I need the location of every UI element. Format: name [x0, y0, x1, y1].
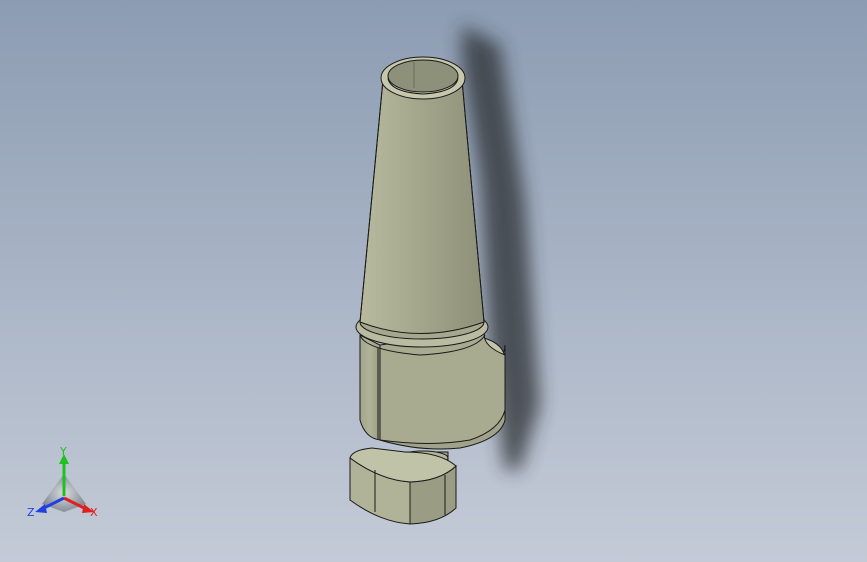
top-rim[interactable]: [380, 56, 466, 100]
z-axis-label: Z: [27, 506, 35, 519]
axis-triad: Y X Z: [27, 446, 98, 519]
y-axis-label: Y: [59, 446, 67, 458]
3d-viewport[interactable]: Y X Z: [0, 0, 867, 562]
model-canvas[interactable]: [0, 0, 867, 562]
z-arrow-icon: [35, 504, 47, 513]
bottom-outlet[interactable]: [349, 447, 457, 525]
cone-body[interactable]: [359, 79, 485, 334]
x-axis-label: X: [90, 506, 98, 519]
